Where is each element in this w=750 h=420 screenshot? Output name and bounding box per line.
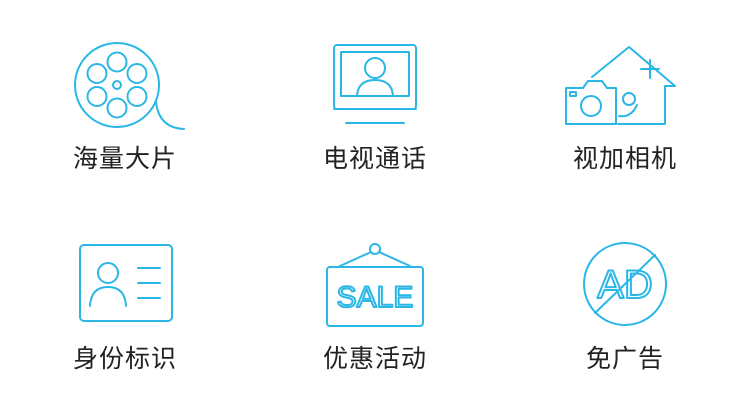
ad-text: AD [597,263,653,307]
feature-tv-call[interactable]: 电视通话 [250,0,500,210]
feature-label: 免广告 [585,344,664,373]
feature-label: 海量大片 [72,144,177,173]
feature-identity[interactable]: 身份标识 [0,200,250,410]
feature-label: 优惠活动 [322,344,427,373]
film-reel-icon [60,40,190,140]
camera-home-icon [560,40,690,140]
feature-no-ads[interactable]: AD 免广告 [500,200,750,410]
feature-label: 视加相机 [572,144,677,173]
feature-label: 电视通话 [322,144,427,173]
sale-text: SALE [337,281,414,314]
sale-sign-icon: SALE [310,240,440,340]
feature-massive-movies[interactable]: 海量大片 [0,0,250,210]
feature-camera[interactable]: 视加相机 [500,0,750,210]
tv-call-icon [310,40,440,140]
feature-grid: 海量大片 电视通话 视加相机 身份标识 SALE 优惠活动 AD 免广告 [0,0,750,420]
feature-promotions[interactable]: SALE 优惠活动 [250,200,500,410]
feature-label: 身份标识 [72,344,177,373]
no-ad-icon: AD [560,240,690,340]
id-card-icon [60,240,190,340]
